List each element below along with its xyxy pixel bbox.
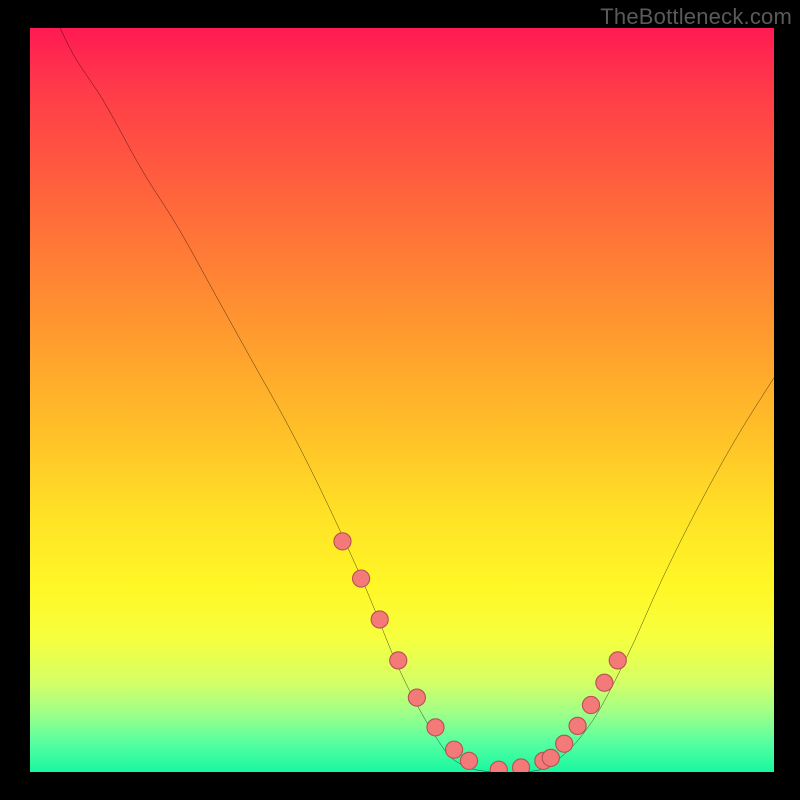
highlight-dot <box>556 735 573 752</box>
highlight-dot <box>582 696 599 713</box>
highlight-dot <box>460 752 477 769</box>
highlight-dot <box>446 741 463 758</box>
highlight-dot <box>542 749 559 766</box>
highlight-dot <box>334 533 351 550</box>
highlight-dot <box>371 611 388 628</box>
highlight-dot <box>353 570 370 587</box>
highlight-dots-group <box>334 533 626 772</box>
highlight-dot <box>569 717 586 734</box>
highlight-dot <box>490 761 507 772</box>
highlight-dot <box>408 689 425 706</box>
highlight-dot <box>512 759 529 772</box>
chart-frame: TheBottleneck.com <box>0 0 800 800</box>
highlight-dot <box>427 719 444 736</box>
highlight-dot <box>390 652 407 669</box>
watermark-text: TheBottleneck.com <box>600 4 792 30</box>
highlight-dots-layer <box>30 28 774 772</box>
highlight-dot <box>596 674 613 691</box>
highlight-dot <box>609 652 626 669</box>
